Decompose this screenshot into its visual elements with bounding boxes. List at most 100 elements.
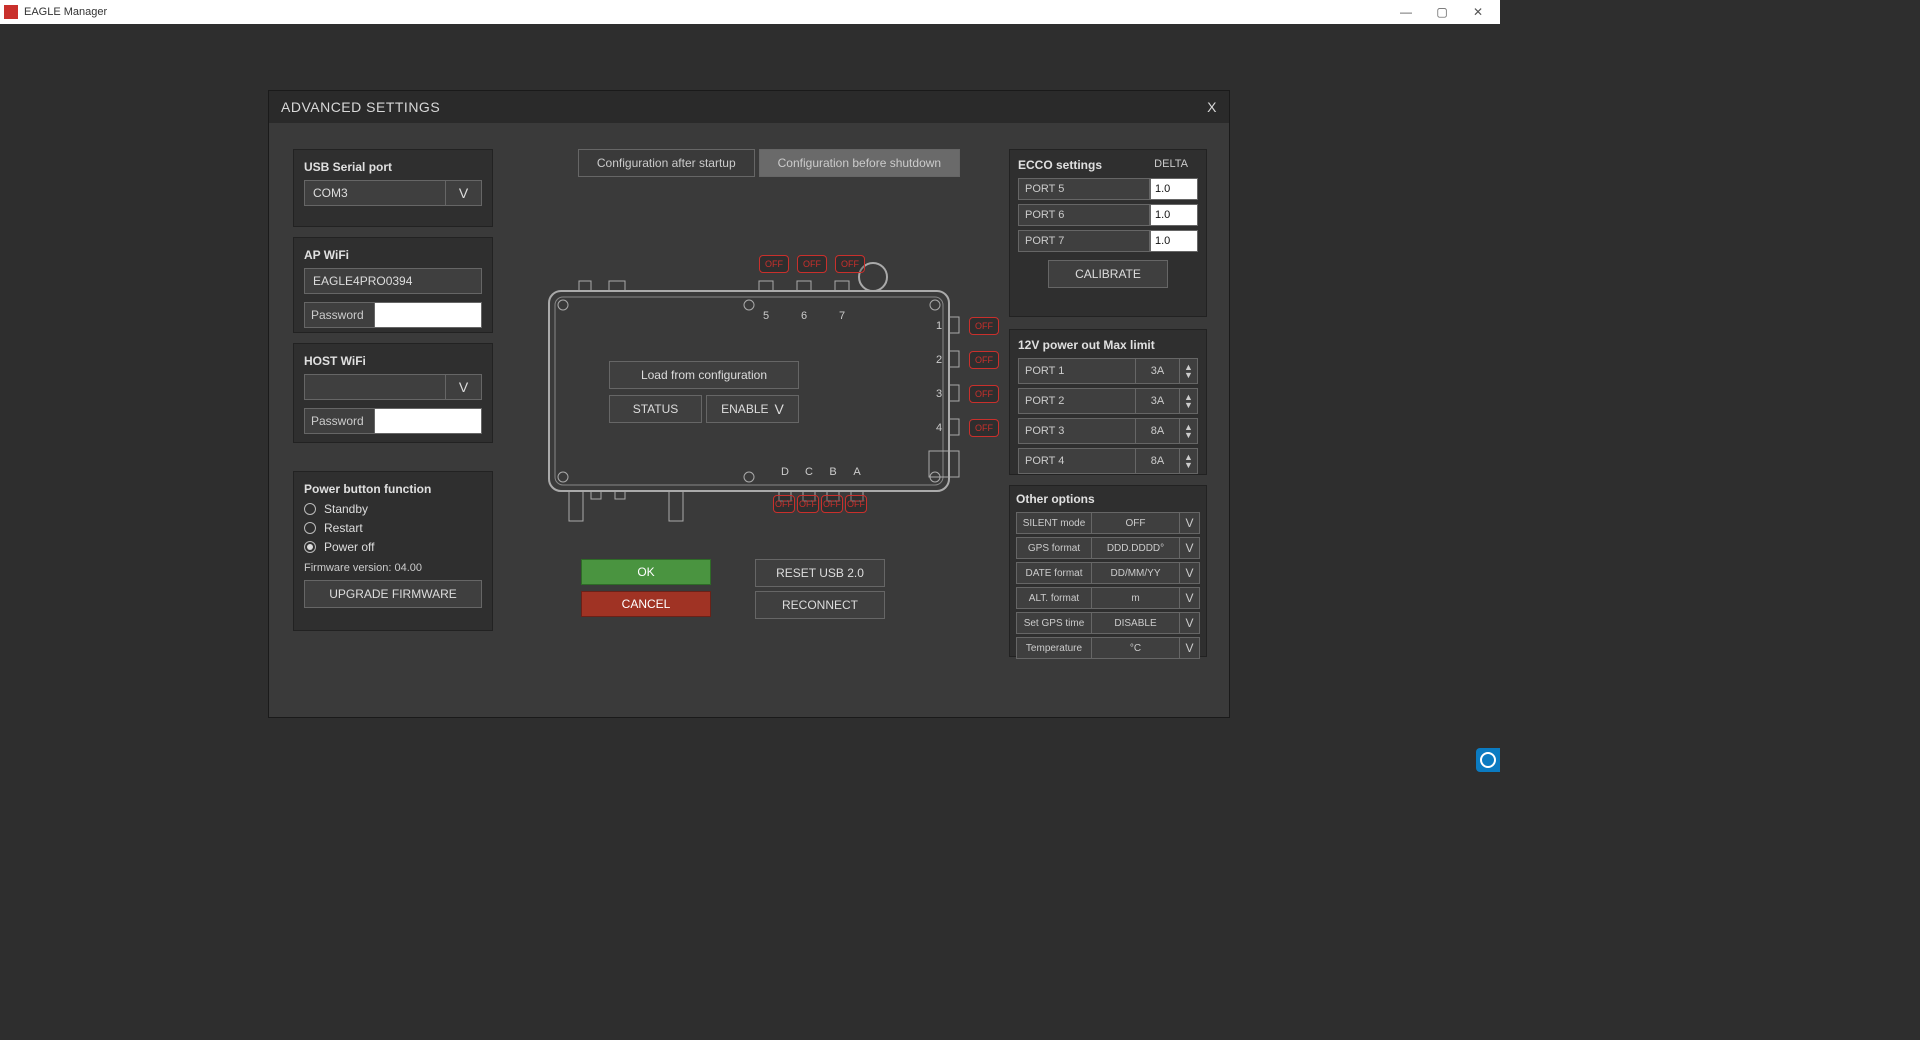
reconnect-button[interactable]: RECONNECT (755, 591, 885, 619)
power-out-panel: 12V power out Max limit PORT 13A▲▼ PORT … (1009, 329, 1207, 475)
status-button[interactable]: STATUS (609, 395, 702, 423)
host-wifi-password-label: Password (304, 408, 374, 434)
portB-off-badge[interactable]: OFF (821, 495, 843, 513)
app-title: EAGLE Manager (24, 6, 107, 18)
enable-dropdown[interactable]: ENABLEV (706, 395, 799, 423)
spinner-icon[interactable]: ▲▼ (1180, 358, 1198, 384)
chevron-down-icon[interactable]: V (446, 180, 482, 206)
svg-text:B: B (829, 466, 836, 478)
usb-serial-label: USB Serial port (304, 160, 482, 174)
load-config-button[interactable]: Load from configuration (609, 361, 799, 389)
svg-text:1: 1 (936, 320, 942, 332)
chevron-down-icon[interactable]: V (1180, 612, 1200, 634)
ok-button[interactable]: OK (581, 559, 711, 585)
ecco-port7-value[interactable]: 1.0 (1150, 230, 1198, 252)
temperature-row[interactable]: Temperature°CV (1016, 637, 1200, 659)
host-wifi-combo[interactable]: V (304, 374, 482, 400)
date-format-row[interactable]: DATE formatDD/MM/YYV (1016, 562, 1200, 584)
port6-off-badge[interactable]: OFF (797, 255, 827, 273)
ecco-port7-row: PORT 71.0 (1018, 230, 1198, 252)
power-out-label: 12V power out Max limit (1018, 338, 1198, 352)
ecco-port5-row: PORT 51.0 (1018, 178, 1198, 200)
usb-serial-combo[interactable]: COM3 V (304, 180, 482, 206)
teamviewer-badge-icon[interactable] (1476, 748, 1500, 772)
dialog-close-button[interactable]: X (1207, 99, 1217, 115)
calibrate-button[interactable]: CALIBRATE (1048, 260, 1168, 288)
chevron-down-icon[interactable]: V (1180, 512, 1200, 534)
center-area: Configuration after startup Configuratio… (509, 149, 1029, 177)
power-option-poweroff[interactable]: Power off (304, 540, 482, 554)
app-icon (4, 5, 18, 19)
powerout-port3[interactable]: PORT 38A▲▼ (1018, 418, 1198, 444)
dialog-title: ADVANCED SETTINGS (281, 99, 440, 115)
spinner-icon[interactable]: ▲▼ (1180, 388, 1198, 414)
portA-off-badge[interactable]: OFF (845, 495, 867, 513)
port2-off-badge[interactable]: OFF (969, 351, 999, 369)
portD-off-badge[interactable]: OFF (773, 495, 795, 513)
ap-wifi-panel: AP WiFi EAGLE4PRO0394 Password (293, 237, 493, 333)
titlebar: EAGLE Manager — ▢ ✕ (0, 0, 1500, 24)
ap-wifi-ssid[interactable]: EAGLE4PRO0394 (304, 268, 482, 294)
silent-mode-row[interactable]: SILENT modeOFFV (1016, 512, 1200, 534)
powerout-port2[interactable]: PORT 23A▲▼ (1018, 388, 1198, 414)
ap-wifi-password-input[interactable] (374, 302, 482, 328)
reset-usb-button[interactable]: RESET USB 2.0 (755, 559, 885, 587)
gps-format-row[interactable]: GPS formatDDD.DDDD°V (1016, 537, 1200, 559)
delta-header: DELTA (1154, 158, 1198, 174)
maximize-button[interactable]: ▢ (1424, 0, 1460, 24)
powerout-port1[interactable]: PORT 13A▲▼ (1018, 358, 1198, 384)
port1-off-badge[interactable]: OFF (969, 317, 999, 335)
ap-wifi-label: AP WiFi (304, 248, 482, 262)
alt-format-row[interactable]: ALT. formatmV (1016, 587, 1200, 609)
ap-wifi-password-label: Password (304, 302, 374, 328)
svg-text:D: D (781, 466, 789, 478)
port3-off-badge[interactable]: OFF (969, 385, 999, 403)
spinner-icon[interactable]: ▲▼ (1180, 448, 1198, 474)
center-buttons: Load from configuration STATUS ENABLEV (609, 361, 799, 423)
host-wifi-password-input[interactable] (374, 408, 482, 434)
svg-text:3: 3 (936, 388, 942, 400)
upgrade-firmware-button[interactable]: UPGRADE FIRMWARE (304, 580, 482, 608)
ecco-panel: ECCO settingsDELTA PORT 51.0 PORT 61.0 P… (1009, 149, 1207, 317)
chevron-down-icon[interactable]: V (446, 374, 482, 400)
gps-time-row[interactable]: Set GPS timeDISABLEV (1016, 612, 1200, 634)
port5-off-badge[interactable]: OFF (759, 255, 789, 273)
powerout-port4[interactable]: PORT 48A▲▼ (1018, 448, 1198, 474)
svg-text:6: 6 (801, 310, 807, 322)
usb-serial-value: COM3 (304, 180, 446, 206)
svg-text:4: 4 (936, 422, 942, 434)
chevron-down-icon[interactable]: V (1180, 587, 1200, 609)
ecco-port5-value[interactable]: 1.0 (1150, 178, 1198, 200)
spinner-icon[interactable]: ▲▼ (1180, 418, 1198, 444)
svg-text:C: C (805, 466, 813, 478)
host-wifi-label: HOST WiFi (304, 354, 482, 368)
tab-config-shutdown[interactable]: Configuration before shutdown (759, 149, 960, 177)
cancel-button[interactable]: CANCEL (581, 591, 711, 617)
power-option-standby[interactable]: Standby (304, 502, 482, 516)
power-button-panel: Power button function Standby Restart Po… (293, 471, 493, 631)
port7-off-badge[interactable]: OFF (835, 255, 865, 273)
close-window-button[interactable]: ✕ (1460, 0, 1496, 24)
port4-off-badge[interactable]: OFF (969, 419, 999, 437)
firmware-version: Firmware version: 04.00 (304, 562, 482, 574)
other-options-label: Other options (1016, 492, 1200, 506)
power-button-label: Power button function (304, 482, 482, 496)
host-wifi-panel: HOST WiFi V Password (293, 343, 493, 443)
advanced-settings-dialog: ADVANCED SETTINGS X USB Serial port COM3… (268, 90, 1230, 718)
svg-text:7: 7 (839, 310, 845, 322)
power-option-restart[interactable]: Restart (304, 521, 482, 535)
minimize-button[interactable]: — (1388, 0, 1424, 24)
chevron-down-icon[interactable]: V (1180, 537, 1200, 559)
chevron-down-icon[interactable]: V (1180, 637, 1200, 659)
svg-text:5: 5 (763, 310, 769, 322)
portC-off-badge[interactable]: OFF (797, 495, 819, 513)
chevron-down-icon[interactable]: V (1180, 562, 1200, 584)
dialog-titlebar: ADVANCED SETTINGS X (269, 91, 1229, 123)
host-wifi-ssid (304, 374, 446, 400)
tab-config-startup[interactable]: Configuration after startup (578, 149, 755, 177)
ecco-label: ECCO settings (1018, 158, 1154, 172)
chevron-down-icon: V (775, 401, 784, 417)
ecco-port6-row: PORT 61.0 (1018, 204, 1198, 226)
ecco-port6-value[interactable]: 1.0 (1150, 204, 1198, 226)
svg-text:A: A (853, 466, 861, 478)
